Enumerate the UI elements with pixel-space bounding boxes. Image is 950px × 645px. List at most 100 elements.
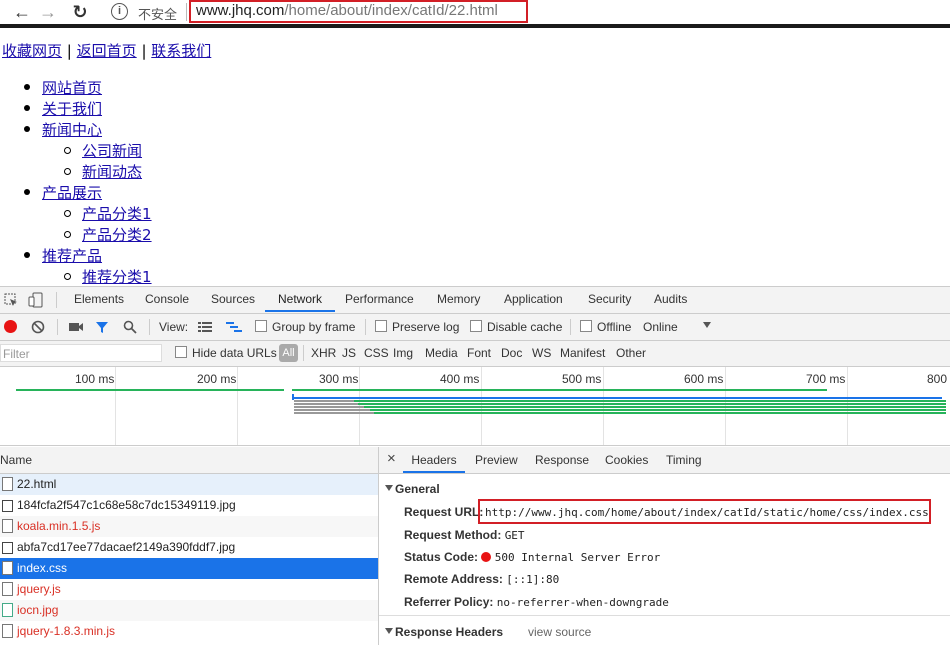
request-row[interactable]: iocn.jpg xyxy=(0,600,378,621)
filter-input[interactable]: Filter xyxy=(0,344,162,362)
tab-elements[interactable]: Elements xyxy=(74,287,124,312)
filter-icon[interactable] xyxy=(95,320,109,334)
disable-cache-checkbox[interactable]: Disable cache xyxy=(470,320,562,334)
filter-bar: Filter Hide data URLs All XHR JS CSS Img… xyxy=(0,341,950,367)
filter-ws[interactable]: WS xyxy=(532,346,551,360)
filter-doc[interactable]: Doc xyxy=(501,346,522,360)
name-header-label: Name xyxy=(0,453,33,467)
name-column-header[interactable]: Name xyxy=(0,447,378,474)
clear-icon[interactable] xyxy=(31,320,45,334)
response-headers-title[interactable]: Response Headers xyxy=(395,625,503,639)
screenshot-camera-icon[interactable] xyxy=(68,321,84,333)
tab-headers[interactable]: Headers xyxy=(403,447,465,473)
nav-item-news[interactable]: 新闻中心 xyxy=(42,119,102,140)
general-section-title[interactable]: General xyxy=(395,482,440,496)
request-name: koala.min.1.5.js xyxy=(17,519,101,533)
forward-icon[interactable]: → xyxy=(38,2,58,22)
preserve-log-label: Preserve log xyxy=(392,320,460,334)
hide-data-urls-label: Hide data URLs xyxy=(192,346,277,360)
device-toolbar-icon[interactable] xyxy=(28,292,44,308)
preserve-log-checkbox[interactable]: Preserve log xyxy=(375,320,459,334)
filter-xhr[interactable]: XHR xyxy=(311,346,336,360)
view-source-link[interactable]: view source xyxy=(528,625,591,639)
link-contact[interactable]: 联系我们 xyxy=(151,42,211,60)
url-input[interactable]: www.jhq.com/home/about/index/catId/22.ht… xyxy=(196,2,498,19)
request-row-selected[interactable]: index.css xyxy=(0,558,378,579)
tab-timing[interactable]: Timing xyxy=(666,453,702,467)
request-url-value: http://www.jhq.com/home/about/index/catI… xyxy=(485,506,929,519)
list-bullet xyxy=(24,252,30,258)
header-referrer-policy: Referrer Policy: no-referrer-when-downgr… xyxy=(404,595,669,609)
tab-audits[interactable]: Audits xyxy=(654,287,687,312)
close-icon[interactable]: × xyxy=(387,450,396,467)
offline-checkbox[interactable]: Offline xyxy=(580,320,631,334)
filter-font[interactable]: Font xyxy=(467,346,491,360)
nav-item-about[interactable]: 关于我们 xyxy=(42,98,102,119)
nav-subitem-category-1[interactable]: 产品分类1 xyxy=(82,203,152,224)
nav-subitem-company-news[interactable]: 公司新闻 xyxy=(82,140,142,161)
inspect-element-icon[interactable] xyxy=(4,293,18,307)
throttle-select[interactable]: Online xyxy=(643,320,678,334)
timeline-gridline xyxy=(115,367,116,445)
insecure-label[interactable]: 不安全 xyxy=(138,4,177,23)
header-request-method: Request Method: GET xyxy=(404,528,525,542)
filter-js[interactable]: JS xyxy=(342,346,356,360)
tab-memory[interactable]: Memory xyxy=(437,287,480,312)
tab-sources[interactable]: Sources xyxy=(211,287,255,312)
request-row[interactable]: abfa7cd17ee77dacaef2149a390fddf7.jpg xyxy=(0,537,378,558)
tab-application[interactable]: Application xyxy=(504,287,563,312)
toolbar-divider xyxy=(365,319,366,335)
request-name: 22.html xyxy=(17,477,57,491)
record-icon[interactable] xyxy=(4,320,17,333)
group-by-frame-checkbox[interactable]: Group by frame xyxy=(255,320,355,334)
hide-data-urls-checkbox[interactable]: Hide data URLs xyxy=(175,346,277,360)
link-bookmark[interactable]: 收藏网页 xyxy=(2,42,62,60)
devtools-panel: Elements Console Sources Network Perform… xyxy=(0,286,950,645)
timeline-bar xyxy=(370,409,946,411)
waterfall-icon[interactable] xyxy=(226,321,242,333)
tab-console[interactable]: Console xyxy=(145,287,189,312)
triangle-down-icon[interactable] xyxy=(385,485,393,491)
timeline-tick-label: 800 xyxy=(927,372,948,386)
request-row[interactable]: 184fcfa2f547c1c68e58c7dc15349119.jpg xyxy=(0,495,378,516)
tab-network[interactable]: Network xyxy=(265,287,335,312)
search-icon[interactable] xyxy=(123,320,137,334)
filter-other[interactable]: Other xyxy=(616,346,646,360)
header-request-url: Request URL: xyxy=(404,505,483,519)
request-row[interactable]: 22.html xyxy=(0,474,378,495)
nav-subitem-recommended-1[interactable]: 推荐分类1 xyxy=(82,266,152,287)
nav-subitem-news-updates[interactable]: 新闻动态 xyxy=(82,161,142,182)
filter-manifest[interactable]: Manifest xyxy=(560,346,605,360)
nav-item-home[interactable]: 网站首页 xyxy=(42,77,102,98)
request-name: abfa7cd17ee77dacaef2149a390fddf7.jpg xyxy=(17,540,236,554)
filter-all-button[interactable]: All xyxy=(279,344,298,362)
nav-item-recommended[interactable]: 推荐产品 xyxy=(42,245,102,266)
info-icon[interactable]: i xyxy=(111,3,128,20)
filter-css[interactable]: CSS xyxy=(364,346,389,360)
filter-img[interactable]: Img xyxy=(393,346,413,360)
stylesheet-file-icon xyxy=(2,561,13,575)
chevron-down-icon[interactable] xyxy=(703,322,711,328)
request-row[interactable]: koala.min.1.5.js xyxy=(0,516,378,537)
filter-media[interactable]: Media xyxy=(425,346,458,360)
header-value: no-referrer-when-downgrade xyxy=(496,596,669,609)
tab-security[interactable]: Security xyxy=(588,287,631,312)
large-rows-icon[interactable] xyxy=(198,321,212,333)
nav-subitem-category-2[interactable]: 产品分类2 xyxy=(82,224,152,245)
tab-preview[interactable]: Preview xyxy=(475,453,518,467)
header-key: Status Code: xyxy=(404,550,479,564)
reload-icon[interactable]: ↻ xyxy=(70,2,90,22)
request-row[interactable]: jquery-1.8.3.min.js xyxy=(0,621,378,642)
triangle-down-icon[interactable] xyxy=(385,628,393,634)
list-bullet xyxy=(24,189,30,195)
tab-performance[interactable]: Performance xyxy=(345,287,414,312)
request-row[interactable]: jquery.js xyxy=(0,579,378,600)
list-bullet xyxy=(64,168,71,175)
timeline-overview[interactable]: 100 ms 200 ms 300 ms 400 ms 500 ms 600 m… xyxy=(0,367,950,446)
nav-item-products[interactable]: 产品展示 xyxy=(42,182,102,203)
back-icon[interactable]: ← xyxy=(12,2,32,22)
link-home[interactable]: 返回首页 xyxy=(77,42,137,60)
tab-response[interactable]: Response xyxy=(535,453,589,467)
tab-cookies[interactable]: Cookies xyxy=(605,453,648,467)
status-error-icon xyxy=(481,552,492,562)
